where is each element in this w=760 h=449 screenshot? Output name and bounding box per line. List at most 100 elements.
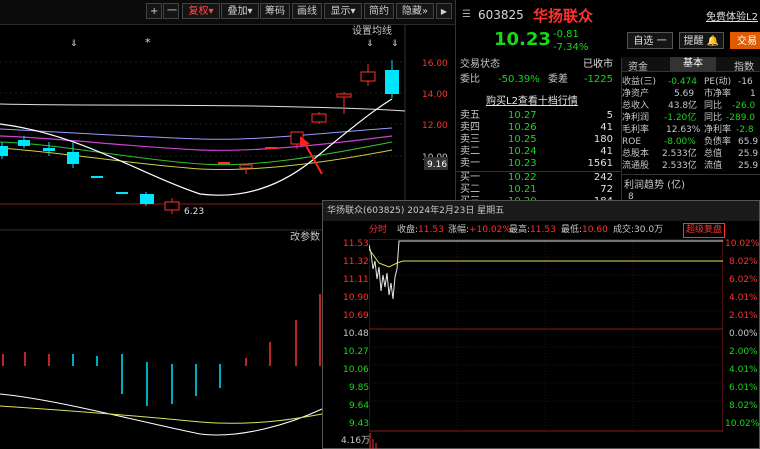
bid-price: 10.21 — [508, 184, 537, 195]
fund-value2: -289.0 — [726, 113, 756, 123]
weibi-value: -50.39% — [498, 74, 540, 85]
fund-label: 毛利率 — [622, 125, 650, 135]
fund-value2: 25.9 — [738, 149, 759, 159]
l2-upgrade-link[interactable]: 购买L2查看十档行情 — [486, 92, 578, 107]
y-right-tick: 0.00% — [729, 329, 758, 339]
chart-toolbar: + 一 复权▾ 叠加▾ 筹码 画线 显示▾ 简约 隐藏» ▶ — [0, 0, 455, 25]
zhangfu-summary: 涨幅:+10.02% — [448, 221, 511, 239]
fund-value: -8.00% — [664, 137, 696, 147]
intraday-popup[interactable]: 华扬联众(603825) 2024年2月23日 星期五 分时 收盘:11.53 … — [322, 200, 760, 449]
y-right-tick: 4.01% — [729, 365, 758, 375]
fund-value: 12.63% — [666, 125, 701, 135]
fund-label2: PE(动) — [704, 77, 732, 87]
fund-label2: 总值 — [704, 149, 723, 159]
y-right-tick: 8.02% — [729, 401, 758, 411]
tixing-label: 提醒 — [683, 36, 704, 47]
free-trial-link[interactable]: 免费体验L2 — [706, 8, 758, 23]
last-price: 10.23 — [494, 29, 551, 50]
chaoji-fupan-button[interactable]: 超级复盘 — [683, 223, 726, 238]
bid-label: 买二 — [460, 184, 480, 195]
y-left-tick: 10.27 — [343, 347, 369, 357]
change-value: -0.81 — [553, 29, 579, 40]
bid-price: 10.22 — [508, 172, 537, 183]
annotation-arrow — [303, 141, 323, 175]
zixuan-button[interactable]: 自选 一 — [627, 32, 673, 49]
zoom-out-button[interactable]: 一 — [163, 3, 179, 19]
fund-label2: 市净率 — [704, 89, 732, 99]
chengjiao-label: 成交: — [613, 225, 635, 235]
fund-value2: 1 — [750, 89, 756, 99]
price-tick: 12.00 — [422, 121, 448, 131]
fund-label2: 同比 — [704, 113, 723, 123]
play-icon[interactable]: ▶ — [436, 3, 452, 19]
ask-volume: 1561 — [587, 158, 613, 169]
indicator-line-yellow — [0, 405, 323, 424]
y-right-tick: 10.02% — [725, 239, 760, 249]
zuigao-summary: 最高:11.53 — [509, 221, 556, 239]
tixing-button[interactable]: 提醒 🔔 — [679, 32, 724, 49]
zuidi-label: 最低: — [561, 225, 583, 235]
huaxian-button[interactable]: 画线 — [292, 3, 322, 19]
tab-jiben[interactable]: 基本 — [670, 57, 716, 71]
intraday-chart[interactable] — [369, 239, 723, 449]
y-left-tick: 10.69 — [343, 311, 369, 321]
weibi-label: 委比 — [460, 74, 480, 85]
ask-price: 10.23 — [508, 158, 537, 169]
y-right-tick: 10.02% — [725, 419, 760, 429]
ask-volume: 41 — [600, 146, 613, 157]
y-right-tick: 6.02% — [729, 275, 758, 285]
fund-label2: 净利率 — [704, 125, 732, 135]
zhangfu-label: 涨幅: — [448, 225, 470, 235]
jianyue-button[interactable]: 简约 — [364, 3, 394, 19]
shoupan-label: 收盘: — [397, 225, 419, 235]
y-left-tick: 11.32 — [343, 257, 369, 267]
bell-icon: 🔔 — [706, 36, 720, 47]
chouma-button[interactable]: 筹码 — [260, 3, 290, 19]
ask-volume: 41 — [600, 122, 613, 133]
fund-value: -0.474 — [668, 77, 698, 87]
fund-label: 总收入 — [622, 101, 650, 111]
tab-zhishu[interactable]: 指数 — [734, 58, 754, 73]
y-left-tick: 9.64 — [349, 401, 370, 411]
diejia-dropdown[interactable]: 叠加▾ — [221, 3, 259, 19]
volume-label: 4.16万 — [341, 436, 371, 446]
tab-zijin[interactable]: 资金 — [628, 58, 648, 73]
low-price-label: 6.23 — [184, 207, 204, 217]
y-left-tick: 9.85 — [349, 383, 370, 393]
xianshi-label: 显示 — [330, 6, 351, 17]
ask-label: 卖四 — [460, 122, 480, 133]
zoom-in-button[interactable]: + — [146, 3, 162, 19]
ask-label: 卖五 — [460, 110, 480, 121]
jiaoyi-button[interactable]: 交易 — [730, 32, 760, 49]
indicator-line-white — [0, 393, 323, 436]
fund-value2: 25.9 — [738, 161, 759, 171]
bid-volume: 242 — [593, 172, 613, 183]
fund-divider — [622, 174, 760, 175]
fund-label2: 同比 — [704, 101, 723, 111]
y-right-tick: 8.02% — [729, 257, 758, 267]
zuidi-value: 10.60 — [582, 225, 608, 235]
ask-price: 10.27 — [508, 110, 537, 121]
y-right-tick: 6.01% — [729, 383, 758, 393]
menu-icon[interactable]: ☰ — [462, 9, 471, 20]
setting-label[interactable]: 设置均线 — [352, 24, 392, 37]
price-tick: 14.00 — [422, 90, 448, 100]
fenshi-tab[interactable]: 分时 — [369, 221, 387, 239]
chevron-down-icon: ▾ — [247, 6, 253, 17]
y-left-tick: 10.90 — [343, 293, 369, 303]
fuquan-dropdown[interactable]: 复权▾ — [182, 3, 220, 19]
fund-label: 总股本 — [622, 149, 650, 159]
yincang-button[interactable]: 隐藏» — [396, 3, 434, 19]
chengjiao-summary: 成交:30.0万 — [613, 221, 663, 239]
profit-trend-label[interactable]: 利润趋势 (亿) — [624, 176, 685, 191]
xianshi-dropdown[interactable]: 显示▾ — [324, 3, 362, 19]
chengjiao-value: 30.0万 — [634, 225, 664, 235]
change-percent: -7.34% — [553, 42, 589, 53]
ask-price: 10.25 — [508, 134, 537, 145]
indicator-param-label[interactable]: 改参数 — [290, 230, 320, 243]
fund-value2: -16 — [738, 77, 753, 87]
weicha-label: 委差 — [548, 74, 568, 85]
fuquan-label: 复权 — [188, 6, 209, 17]
fund-value: 5.69 — [674, 89, 695, 99]
fund-label: 流通股 — [622, 161, 650, 171]
